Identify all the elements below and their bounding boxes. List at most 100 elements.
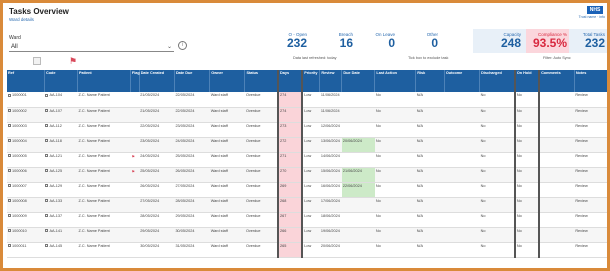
row-checkbox[interactable] bbox=[45, 124, 49, 127]
table-cell bbox=[341, 107, 375, 123]
row-checkbox[interactable] bbox=[8, 199, 11, 202]
table-cell bbox=[444, 242, 480, 258]
column-header[interactable]: Patient bbox=[77, 70, 131, 92]
kpi-capacity: Capacity 248 bbox=[479, 32, 521, 50]
column-header[interactable]: Status bbox=[244, 70, 279, 92]
table-row[interactable]: 1000008 AA-133 Z.C. Name Patient 27/05/2024… bbox=[7, 197, 607, 213]
row-checkbox[interactable] bbox=[8, 214, 11, 217]
row-checkbox[interactable] bbox=[45, 184, 49, 187]
row-checkbox[interactable] bbox=[8, 124, 11, 127]
table-cell: 1000007 bbox=[7, 182, 45, 198]
row-checkbox[interactable] bbox=[8, 184, 11, 187]
kpi-total: Total Tasks 232 bbox=[571, 32, 605, 50]
table-row[interactable]: 1000002 AA-107 Z.C. Name Patient 21/05/2024… bbox=[7, 107, 607, 123]
column-header[interactable]: Code bbox=[44, 70, 79, 92]
table-cell: 272 bbox=[276, 137, 304, 153]
row-checkbox[interactable] bbox=[45, 229, 49, 232]
table-cell: Overdue bbox=[244, 242, 278, 258]
table-cell: Z.C. Name Patient bbox=[77, 122, 131, 138]
table-cell: No bbox=[374, 122, 416, 138]
table-cell: No bbox=[513, 137, 541, 153]
table-cell: Z.C. Name Patient bbox=[77, 92, 131, 108]
kpi-other: Other 0 bbox=[408, 32, 438, 50]
column-header[interactable]: Discharged bbox=[479, 70, 516, 92]
table-cell: Low bbox=[302, 242, 320, 258]
exclude-note: Tick box to exclude task bbox=[408, 56, 449, 60]
table-cell bbox=[444, 182, 480, 198]
table-cell: 27/05/2024 bbox=[139, 197, 175, 213]
column-header[interactable]: Flag bbox=[130, 70, 140, 92]
table-cell: Ward staff bbox=[209, 167, 245, 183]
table-cell: No bbox=[513, 167, 541, 183]
column-header[interactable]: Due Date bbox=[341, 70, 376, 92]
row-checkbox[interactable] bbox=[8, 93, 11, 97]
row-checkbox[interactable] bbox=[45, 199, 49, 202]
table-row[interactable]: 1000003 AA-112 Z.C. Name Patient 22/05/2024… bbox=[7, 122, 607, 138]
grid-icon[interactable] bbox=[33, 57, 41, 65]
row-checkbox[interactable] bbox=[8, 229, 11, 232]
table-cell bbox=[539, 137, 575, 153]
table-cell: No bbox=[374, 242, 416, 258]
table-row[interactable]: 1000010 AA-141 Z.C. Name Patient 29/05/2024… bbox=[7, 227, 607, 243]
table-cell: AA-107 bbox=[44, 107, 78, 123]
table-row[interactable]: 1000006 AA-125 Z.C. Name Patient ⚑ 25/05/202… bbox=[7, 167, 607, 183]
row-checkbox[interactable] bbox=[8, 154, 11, 157]
row-checkbox[interactable] bbox=[8, 169, 11, 172]
table-cell: No bbox=[374, 227, 416, 243]
table-cell: Z.C. Name Patient bbox=[77, 107, 131, 123]
flag-icon[interactable]: ⚑ bbox=[69, 57, 77, 66]
table-row[interactable]: 1000011 AA-145 Z.C. Name Patient 30/05/2024… bbox=[7, 242, 607, 258]
row-checkbox[interactable] bbox=[45, 93, 49, 97]
table-cell: Ward staff bbox=[209, 92, 245, 108]
table-cell bbox=[539, 182, 575, 198]
column-header[interactable]: Ref bbox=[7, 70, 45, 92]
table-cell: 274 bbox=[276, 92, 304, 108]
column-header[interactable]: Priority bbox=[302, 70, 321, 92]
table-cell: 31/05/2024 bbox=[174, 242, 210, 258]
table-cell: AA-129 bbox=[44, 182, 78, 198]
table-header-row: Ref Code Patient Flag Date Created Date Due Ow… bbox=[7, 70, 607, 92]
row-checkbox[interactable] bbox=[45, 244, 49, 247]
sync-filter[interactable]: Filter: Auto Sync bbox=[543, 56, 571, 60]
table-cell: Low bbox=[302, 167, 320, 183]
flag-icon[interactable]: ⚑ bbox=[131, 169, 135, 174]
column-header[interactable]: Date Created bbox=[139, 70, 175, 92]
row-checkbox[interactable] bbox=[45, 169, 49, 172]
column-header[interactable]: Outcome bbox=[444, 70, 481, 92]
table-row[interactable]: 1000009 AA-137 Z.C. Name Patient 28/05/2024… bbox=[7, 212, 607, 228]
table-cell: 270 bbox=[276, 167, 304, 183]
table-row[interactable]: 1000004 AA-118 Z.C. Name Patient 23/05/2024… bbox=[7, 137, 607, 153]
column-header[interactable]: Date Due bbox=[174, 70, 211, 92]
column-header[interactable]: Days bbox=[276, 70, 304, 92]
column-header[interactable]: Last Action bbox=[374, 70, 417, 92]
column-header[interactable]: Risk bbox=[415, 70, 445, 92]
table-row[interactable]: 1000007 AA-129 Z.C. Name Patient 26/05/2024… bbox=[7, 182, 607, 198]
row-checkbox[interactable] bbox=[8, 244, 11, 247]
column-header[interactable]: Comments bbox=[539, 70, 575, 92]
row-checkbox[interactable] bbox=[45, 109, 49, 112]
table-row[interactable]: 1000001 AA-104 Z.C. Name Patient 21/05/2024… bbox=[7, 92, 607, 108]
table-cell: Z.C. Name Patient bbox=[77, 137, 131, 153]
row-checkbox[interactable] bbox=[8, 109, 11, 112]
table-cell: No bbox=[479, 242, 515, 258]
column-header[interactable]: Review bbox=[319, 70, 343, 92]
flag-icon[interactable]: ⚑ bbox=[131, 154, 135, 159]
table-row[interactable]: 1000005 AA-121 Z.C. Name Patient ⚑ 24/05/202… bbox=[7, 152, 607, 168]
page-subtitle-link[interactable]: Ward details bbox=[9, 17, 34, 22]
row-checkbox[interactable] bbox=[45, 214, 49, 217]
row-checkbox[interactable] bbox=[8, 139, 11, 142]
row-checkbox[interactable] bbox=[45, 154, 49, 157]
chevron-down-icon: ⌄ bbox=[166, 44, 172, 50]
table-cell: Z.C. Name Patient bbox=[77, 167, 131, 183]
column-header[interactable]: Notes bbox=[574, 70, 607, 92]
table-cell: 267 bbox=[276, 212, 304, 228]
ward-filter-select[interactable]: All ⌄ bbox=[9, 42, 174, 52]
column-header[interactable]: Owner bbox=[209, 70, 246, 92]
table-cell: No bbox=[374, 182, 416, 198]
column-header[interactable]: On Hold bbox=[513, 70, 541, 92]
table-cell: Low bbox=[302, 137, 320, 153]
clock-icon[interactable]: i bbox=[178, 41, 187, 50]
row-checkbox[interactable] bbox=[45, 139, 49, 142]
kpi-breach: Breach 16 bbox=[323, 32, 353, 50]
table-cell: AA-118 bbox=[44, 137, 78, 153]
